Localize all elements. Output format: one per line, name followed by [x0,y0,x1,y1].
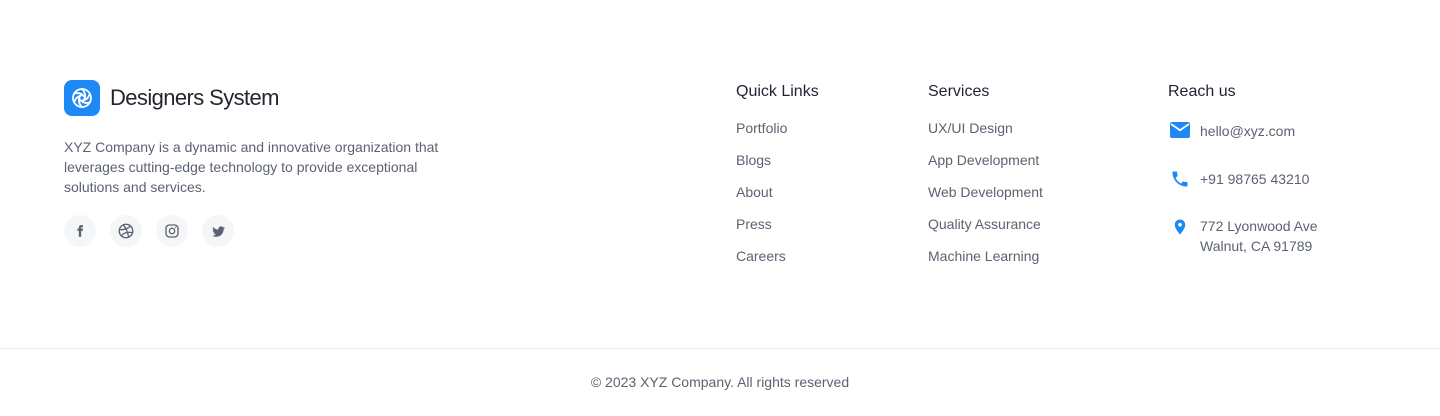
reach-us-column: Reach us [1168,82,1236,102]
copyright-text: © 2023 XYZ Company. All rights reserved [590,374,850,390]
link-portfolio[interactable]: Portfolio [736,120,819,152]
link-ux-ui-design[interactable]: UX/UI Design [928,120,1043,152]
link-about[interactable]: About [736,184,819,216]
brand-name: Designers System [110,85,280,110]
contact-email[interactable]: hello@xyz.com [1168,121,1295,141]
link-blogs[interactable]: Blogs [736,152,819,184]
link-web-development[interactable]: Web Development [928,184,1043,216]
services-heading: Services [928,83,990,100]
services-column: Services UX/UI Design App Development We… [928,82,1043,280]
phone-icon [1168,169,1192,189]
facebook-icon[interactable] [64,215,96,247]
brand[interactable]: Designers System [64,80,280,116]
company-description: XYZ Company is a dynamic and innovative … [64,139,439,195]
link-machine-learning[interactable]: Machine Learning [928,248,1043,280]
link-app-development[interactable]: App Development [928,152,1043,184]
dribbble-icon[interactable] [110,215,142,247]
twitter-icon[interactable] [202,215,234,247]
link-press[interactable]: Press [736,216,819,248]
aperture-icon [64,80,100,116]
contact-phone[interactable]: +91 98765 43210 [1168,169,1309,189]
quick-links-heading: Quick Links [736,83,819,100]
reach-us-heading: Reach us [1168,83,1236,100]
contact-address[interactable]: 772 Lyonwood Ave Walnut, CA 91789 [1168,216,1318,256]
email-text: hello@xyz.com [1200,123,1296,139]
mail-icon [1168,121,1192,139]
phone-text: +91 98765 43210 [1200,171,1310,187]
address-text: 772 Lyonwood Ave Walnut, CA 91789 [1200,216,1318,256]
social-links [64,215,248,247]
address-line-1: 772 Lyonwood Ave [1200,218,1318,234]
instagram-icon[interactable] [156,215,188,247]
site-footer: Designers System XYZ Company is a dynami… [0,0,1440,416]
quick-links-column: Quick Links Portfolio Blogs About Press … [736,82,819,280]
link-careers[interactable]: Careers [736,248,819,280]
address-line-2: Walnut, CA 91789 [1200,238,1313,254]
footer-divider [0,348,1440,349]
location-pin-icon [1168,216,1192,238]
link-quality-assurance[interactable]: Quality Assurance [928,216,1043,248]
